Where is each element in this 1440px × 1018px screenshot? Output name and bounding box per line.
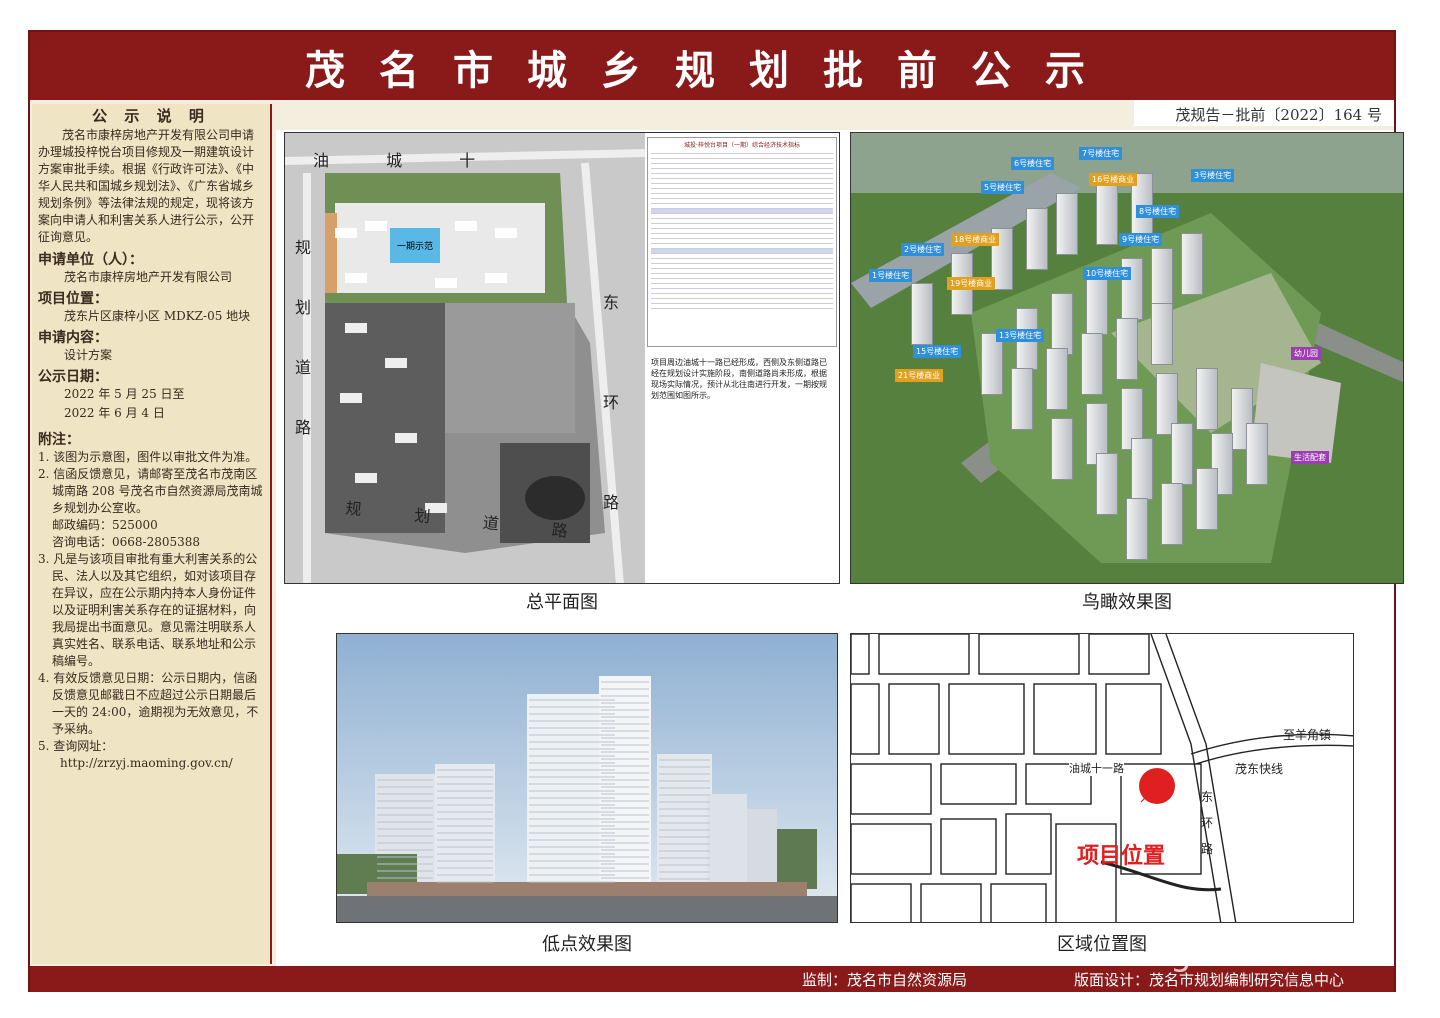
applicant-label: 申请单位（人）： [38,252,143,268]
road-label-east: 东 环 路 [603,293,620,512]
building-label: 9号楼住宅 [1119,233,1163,246]
aerial-view-panel: 7号楼住宅 6号楼住宅 5号楼住宅 3号楼住宅 16号楼商业 8号楼住宅 2号楼住宅 18号楼… [850,132,1404,584]
tower-building [1116,318,1138,380]
road-label-north: 油 城 十 [313,151,502,170]
building-label: 15号楼住宅 [913,345,962,358]
notice-board: 茂名市城乡规划批前公示 茂规告－批前〔2022〕164 号 公 示 说 明 茂名… [28,30,1404,992]
drawings-area: 油 城 十 规 划 道 路 东 环 路 规 划 道 路 一期示范 城投·梓悦台项… [276,130,1404,968]
table-row [651,304,833,309]
tower-building [1081,333,1103,395]
building-label: 8号楼住宅 [1136,205,1180,218]
building-label: 18号楼商业 [951,233,1000,246]
building-label: 19号楼商业 [947,277,996,290]
note-item: 2. 信函反馈意见，请邮寄至茂名市茂南区城南路 208 号茂名市自然资源局茂南城… [38,467,263,515]
site-plan-note: 项目周边油城十一路已经形成，西侧及东侧道路已经在规划设计实施阶段，南侧道路尚未形… [651,358,827,400]
note-item: 1. 该图为示意图，图件以审批文件为准。 [38,450,258,464]
site-plan-caption: 总平面图 [526,592,598,613]
tower-building [1246,423,1268,485]
building-label: 幼儿园 [1291,347,1321,360]
tower-building [1096,183,1118,245]
note-item: 5. 查询网址： [38,739,114,753]
note-item: 4. 有效反馈意见日期：公示日期内，信函反馈意见邮戳日不应超过公示日期最后一天的… [38,671,259,736]
postcode: 邮政编码：525000 [52,518,158,532]
tower-building [1171,423,1193,485]
map-label-express: 茂东快线 [1235,762,1284,776]
low-view-panel [336,633,838,923]
building-label: 10号楼住宅 [1083,267,1132,280]
map-label-east-ring: 东 环 路 [1201,790,1214,856]
building-label: 生活配套 [1291,451,1329,464]
tower-building [1026,208,1048,270]
supervisor-credit: 监制：茂名市自然资源局 [802,971,968,989]
notes-label: 附注： [38,432,80,448]
building-label: 21号楼商业 [895,369,944,382]
tower-building [1051,293,1073,355]
tower-building [1126,498,1148,560]
location-label: 项目位置： [38,291,108,307]
content-value: 设计方案 [64,348,113,362]
project-location-label: 项目位置 [1077,844,1166,869]
tower-building [1086,273,1108,335]
building-label: 5号楼住宅 [981,181,1025,194]
phase-one-label: 一期示范 [397,242,434,252]
building-label: 6号楼住宅 [1011,157,1055,170]
notes-list: 1. 该图为示意图，图件以审批文件为准。 2. 信函反馈意见，请邮寄至茂名市茂南… [38,449,264,772]
building-label: 13号楼住宅 [996,329,1045,342]
website-link[interactable]: http://zrzyj.maoming.gov.cn/ [38,755,264,772]
notice-heading: 公 示 说 明 [92,107,210,125]
tower-building [1181,233,1203,295]
content-label: 申请内容： [38,330,108,346]
tower-building [1056,193,1078,255]
building-label: 7号楼住宅 [1079,147,1123,160]
notice-description: 公 示 说 明 茂名市康梓房地产开发有限公司申请办理城投梓悦台项目修规及一期建筑… [32,104,272,964]
intro-text: 茂名市康梓房地产开发有限公司申请办理城投梓悦台项目修规及一期建筑设计方案审批手续… [38,128,255,244]
location-map [851,634,1353,922]
tower-building [1196,368,1218,430]
building-label: 2号楼住宅 [901,243,945,256]
tower-building [1096,453,1118,515]
tower-building [1151,303,1173,365]
table-title: 城投·梓悦台项目（一期）综合经济技术指标 [684,142,800,149]
building-label: 16号楼商业 [1089,173,1138,186]
date-label: 公示日期： [38,369,108,385]
low-view-caption: 低点效果图 [542,934,632,955]
technical-index-table: 城投·梓悦台项目（一期）综合经济技术指标 [647,137,837,347]
low-view-render [337,634,837,922]
tower-building [911,283,933,345]
date-start: 2022 年 5 月 25 日至 [64,387,185,401]
tower-building [1046,348,1068,410]
applicant-value: 茂名市康梓房地产开发有限公司 [64,270,233,284]
location-map-panel: 至羊角镇 油城十一路 茂东快线 东 环 路 项目位置 [850,633,1354,923]
tower-building [1051,418,1073,480]
tower-building [1011,368,1033,430]
title-banner: 茂名市城乡规划批前公示 [30,32,1394,100]
road-label-west: 规 划 道 路 [295,238,312,437]
document-number: 茂规告－批前〔2022〕164 号 [1134,100,1394,126]
map-label-youcheng-road: 油城十一路 [1069,760,1124,776]
phone: 咨询电话：0668-2805388 [52,535,201,549]
site-plan-panel: 油 城 十 规 划 道 路 东 环 路 规 划 道 路 一期示范 城投·梓悦台项… [284,132,840,584]
building-label: 1号楼住宅 [869,269,913,282]
page-title: 茂名市城乡规划批前公示 [305,47,1119,94]
tower-building [1196,468,1218,530]
tower-building [1151,248,1173,310]
tower-building [981,333,1003,395]
location-value: 茂东片区康梓小区 MDKZ-05 地块 [64,309,251,323]
aerial-view-caption: 鸟瞰效果图 [1082,592,1172,613]
tower-building [1161,483,1183,545]
map-label-to-town: 至羊角镇 [1283,728,1332,742]
tower-building [1131,438,1153,500]
site-watermark: gdmm.com [1170,934,1379,974]
building-label: 3号楼住宅 [1191,169,1235,182]
note-item: 3. 凡是与该项目审批有重大利害关系的公民、法人以及其它组织，如对该项目存在异议… [38,552,258,668]
date-end: 2022 年 6 月 4 日 [64,406,165,420]
